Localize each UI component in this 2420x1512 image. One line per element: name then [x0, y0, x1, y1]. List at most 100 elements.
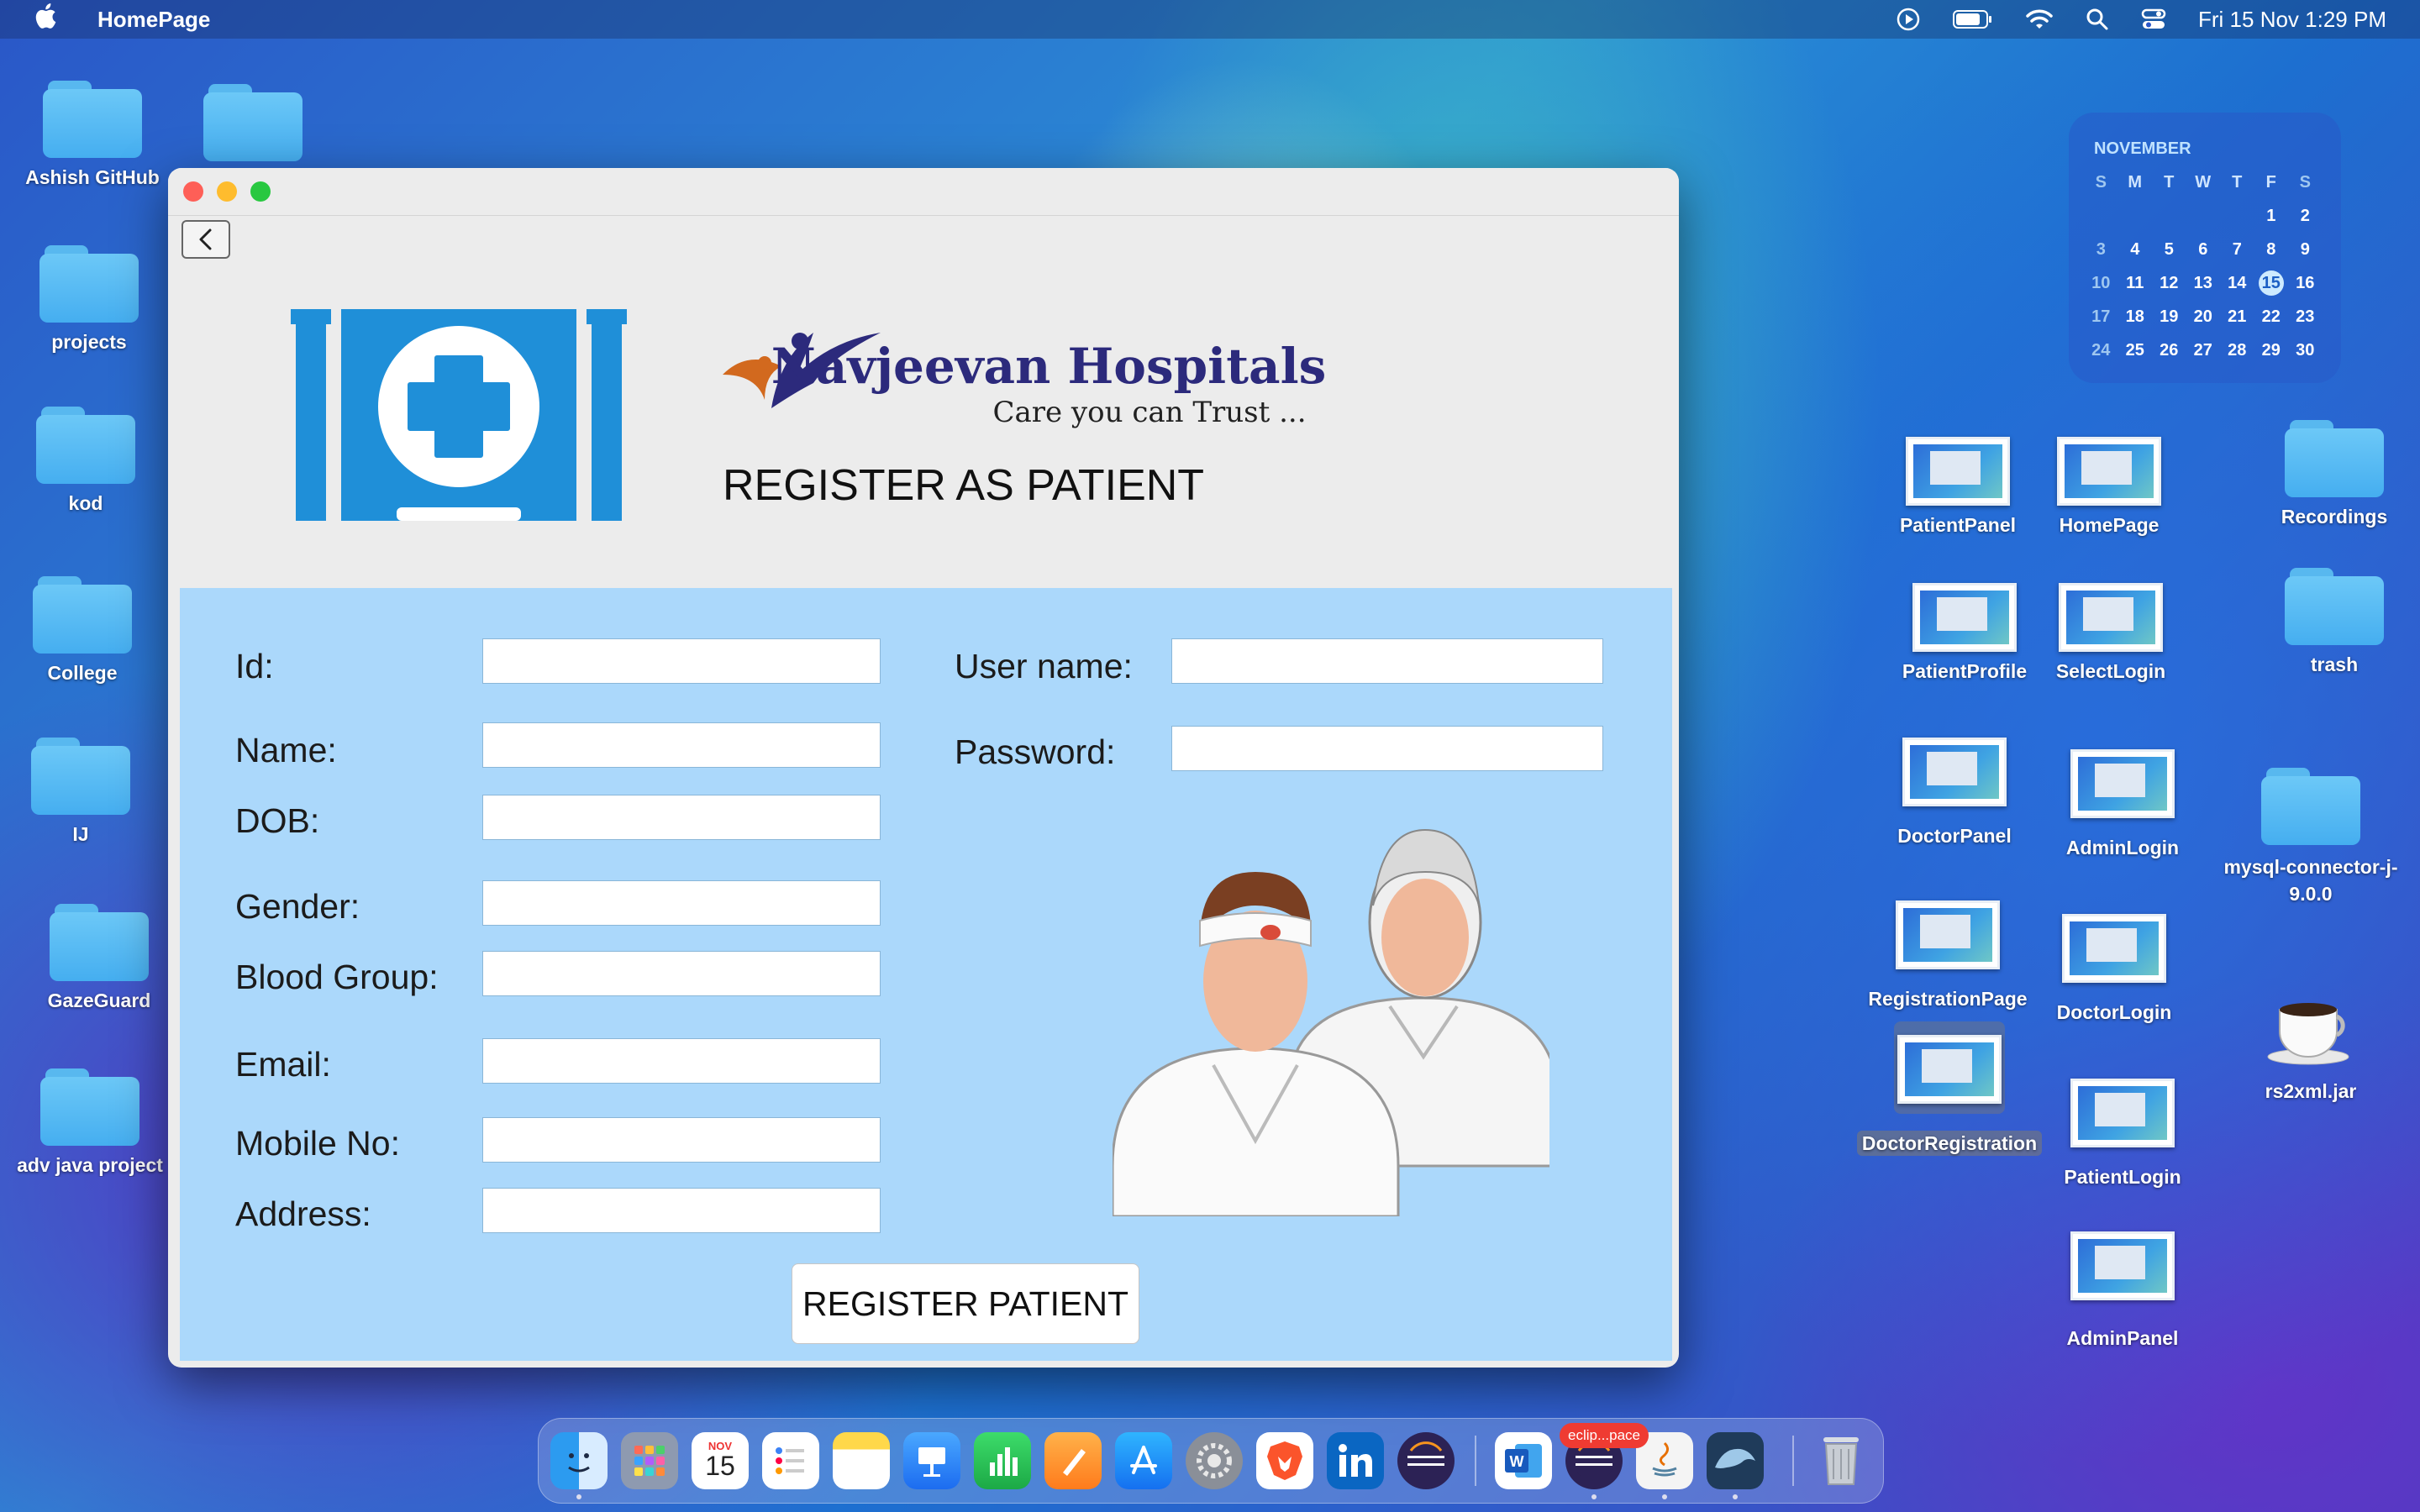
name-field[interactable]	[482, 722, 881, 768]
desktop-app-homepage[interactable]: HomePage	[2033, 437, 2185, 537]
desktop-folder-recordings[interactable]: Recordings	[2260, 420, 2408, 528]
folder-icon	[2261, 768, 2360, 845]
folder-icon	[43, 81, 142, 158]
desktop-item-label: projects	[51, 331, 127, 353]
desktop-app-admin-login[interactable]: AdminLogin	[2047, 749, 2198, 859]
desktop-item-label: Recordings	[2281, 506, 2388, 528]
calendar-day: 9	[2300, 240, 2310, 259]
calendar-grid: S M T W T F S 1 2 3 4 5 6 7 8 9 10 11 12…	[2084, 170, 2323, 363]
window-titlebar[interactable]	[168, 168, 1679, 216]
gender-label: Gender:	[235, 887, 360, 926]
gender-field[interactable]	[482, 880, 881, 926]
desktop-item-label: DoctorLogin	[2056, 1001, 2172, 1023]
desktop-folder[interactable]: Ashish GitHub	[17, 81, 168, 189]
app-store-icon[interactable]	[1115, 1432, 1172, 1489]
dock-separator	[1475, 1436, 1476, 1486]
desktop-file-rs2xml[interactable]: rs2xml.jar	[2235, 991, 2386, 1103]
desktop-folder-trash[interactable]: trash	[2284, 568, 2385, 676]
desktop-app-patient-panel[interactable]: PatientPanel	[1882, 437, 2033, 537]
email-field[interactable]	[482, 1038, 881, 1084]
calendar-day: 14	[2228, 274, 2247, 292]
calendar-day: 8	[2266, 240, 2276, 259]
desktop-app-doctor-panel[interactable]: DoctorPanel	[1879, 738, 2030, 848]
calendar-day: 3	[2096, 240, 2106, 259]
back-button[interactable]	[182, 220, 230, 259]
desktop-item-label: SelectLogin	[2055, 660, 2166, 682]
control-center-icon[interactable]	[2141, 7, 2166, 32]
desktop-item-label: PatientPanel	[1899, 514, 2017, 536]
calendar-day: 1	[2266, 207, 2276, 225]
desktop-app-admin-panel[interactable]: AdminPanel	[2047, 1231, 2198, 1350]
desktop-app-doctor-login[interactable]: DoctorLogin	[2039, 914, 2190, 1024]
battery-icon[interactable]	[1953, 9, 1993, 29]
active-app-name[interactable]: HomePage	[97, 7, 210, 33]
launchpad-icon[interactable]	[621, 1432, 678, 1489]
desktop-folder[interactable]: kod	[25, 407, 146, 515]
app-thumbnail-icon	[1912, 583, 2017, 652]
weekday-label: S	[2095, 173, 2107, 192]
selection-highlight	[1894, 1021, 2005, 1114]
apple-menu-icon[interactable]	[34, 3, 59, 36]
page-title: REGISTER AS PATIENT	[723, 461, 1205, 510]
calendar-day	[2220, 203, 2254, 228]
desktop-app-patient-login[interactable]: PatientLogin	[2047, 1079, 2198, 1189]
calendar-day: 21	[2228, 307, 2247, 326]
desktop-item-label: DoctorPanel	[1897, 825, 2012, 847]
weekday-label: T	[2164, 173, 2175, 192]
reminders-icon[interactable]	[762, 1432, 819, 1489]
desktop-folder[interactable]: adv java project	[12, 1068, 168, 1177]
brave-browser-icon[interactable]	[1256, 1432, 1313, 1489]
calendar-day	[2084, 203, 2118, 228]
desktop-folder[interactable]	[203, 84, 302, 161]
password-field[interactable]	[1171, 726, 1603, 771]
menu-clock[interactable]: Fri 15 Nov 1:29 PM	[2198, 7, 2386, 33]
desktop-folder-mysql-connector[interactable]: mysql-connector-j-9.0.0	[2212, 768, 2410, 907]
desktop-app-patient-profile[interactable]: PatientProfile	[1882, 583, 2047, 683]
desktop-folder[interactable]: projects	[25, 245, 153, 354]
screen-recording-icon[interactable]	[1896, 7, 1921, 32]
medical-kit-icon	[289, 302, 629, 525]
close-window-button[interactable]	[183, 181, 203, 202]
desktop-folder[interactable]: IJ	[25, 738, 136, 846]
mobile-field[interactable]	[482, 1117, 881, 1163]
calendar-widget[interactable]: NOVEMBER S M T W T F S 1 2 3 4 5 6 7 8 9…	[2069, 113, 2341, 383]
app-thumbnail-icon	[1897, 1035, 2002, 1104]
calendar-app-icon[interactable]: NOV 15	[692, 1432, 749, 1489]
system-settings-icon[interactable]	[1186, 1432, 1243, 1489]
search-icon[interactable]	[2086, 8, 2109, 31]
blood-group-field[interactable]	[482, 951, 881, 996]
wifi-icon[interactable]	[2025, 8, 2054, 30]
app-thumbnail-icon	[1896, 900, 2000, 969]
mysql-workbench-icon[interactable]	[1707, 1432, 1764, 1489]
pages-icon[interactable]	[1044, 1432, 1102, 1489]
dob-field[interactable]	[482, 795, 881, 840]
desktop-item-label: AdminLogin	[2065, 837, 2180, 858]
username-field[interactable]	[1171, 638, 1603, 684]
trash-bin-icon[interactable]	[1812, 1432, 1870, 1489]
calendar-day: 4	[2130, 240, 2140, 259]
register-patient-button[interactable]: REGISTER PATIENT	[792, 1263, 1139, 1344]
notes-icon[interactable]	[833, 1432, 890, 1489]
desktop-folder[interactable]: GazeGuard	[42, 904, 156, 1012]
calendar-day: 30	[2296, 341, 2315, 360]
desktop-app-doctor-registration[interactable]: DoctorRegistration	[1845, 1021, 2054, 1156]
desktop-app-select-login[interactable]: SelectLogin	[2033, 583, 2188, 683]
numbers-icon[interactable]	[974, 1432, 1031, 1489]
microsoft-word-icon[interactable]: W	[1495, 1432, 1552, 1489]
folder-icon	[40, 1068, 139, 1146]
zoom-window-button[interactable]	[250, 181, 271, 202]
minimize-window-button[interactable]	[217, 181, 237, 202]
desktop-folder[interactable]: College	[25, 576, 139, 685]
desktop-item-label: HomePage	[2059, 514, 2160, 536]
eclipse-ide-icon[interactable]	[1397, 1432, 1455, 1489]
desktop-item-label: IJ	[72, 823, 89, 845]
keynote-icon[interactable]	[903, 1432, 960, 1489]
calendar-day: 10	[2091, 274, 2111, 292]
calendar-day: 22	[2261, 307, 2281, 326]
linkedin-icon[interactable]	[1327, 1432, 1384, 1489]
dock-separator	[1792, 1436, 1794, 1486]
address-field[interactable]	[482, 1188, 881, 1233]
finder-icon[interactable]	[550, 1432, 608, 1489]
desktop-app-registration-page[interactable]: RegistrationPage	[1854, 900, 2042, 1011]
id-field[interactable]	[482, 638, 881, 684]
